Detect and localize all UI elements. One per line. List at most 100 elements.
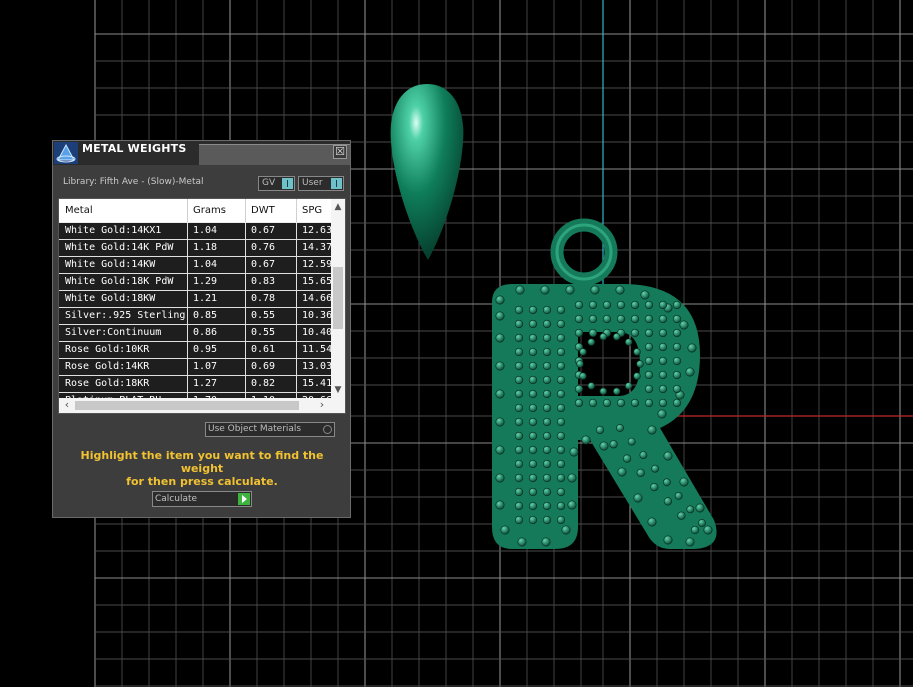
pave-bead — [556, 431, 566, 441]
pave-bead — [542, 319, 552, 329]
r-pendant-model[interactable] — [492, 218, 717, 549]
pave-bead — [627, 437, 636, 446]
cell-spg: 10.40 — [302, 327, 331, 338]
cell-dwt: 0.82 — [251, 378, 276, 389]
pave-bead — [514, 333, 524, 343]
scroll-up-icon[interactable]: ▲ — [333, 202, 343, 212]
scroll-left-icon[interactable]: ‹ — [62, 399, 72, 410]
cell-dwt: 0.76 — [251, 242, 276, 253]
pave-bead — [658, 384, 668, 394]
pave-bead — [644, 300, 654, 310]
table-row[interactable]: Rose Gold:18KR 1.27 0.82 15.41 — [59, 376, 331, 393]
pave-bead — [528, 473, 538, 483]
table-row[interactable]: Silver:Continuum 0.86 0.55 10.40 — [59, 325, 331, 342]
metal-weights-table: Metal Grams DWT SPG White Gold:14KX1 1.04… — [58, 198, 346, 414]
panel-title: METAL WEIGHTS — [82, 142, 187, 155]
pave-bead — [495, 295, 505, 305]
pave-bead — [528, 515, 538, 525]
cell-metal: Rose Gold:10KR — [65, 344, 150, 355]
scroll-down-icon[interactable]: ▼ — [333, 385, 343, 395]
column-divider — [296, 199, 297, 222]
pave-bead — [588, 300, 598, 310]
cell-grams: 1.07 — [193, 361, 218, 372]
pave-bead — [528, 347, 538, 357]
toggle-switch-icon — [282, 178, 293, 189]
cell-divider — [187, 376, 188, 392]
cell-grams: 0.86 — [193, 327, 218, 338]
table-row[interactable]: White Gold:18K PdW 1.29 0.83 15.65 — [59, 274, 331, 291]
table-row[interactable]: White Gold:14KW 1.04 0.67 12.59 — [59, 257, 331, 274]
pave-bead — [574, 300, 584, 310]
cell-metal: White Gold:14K PdW — [65, 242, 174, 253]
user-toggle-button[interactable]: User — [298, 176, 344, 191]
pave-bead — [528, 431, 538, 441]
pave-bead — [528, 333, 538, 343]
calculate-button[interactable]: Calculate — [152, 491, 252, 507]
cell-divider — [296, 291, 297, 307]
cell-divider — [187, 240, 188, 256]
library-label: Library: Fifth Ave - (Slow)-Metal — [63, 177, 204, 187]
pave-bead — [542, 501, 552, 511]
table-row[interactable]: Rose Gold:14KR 1.07 0.69 13.03 — [59, 359, 331, 376]
cell-divider — [187, 291, 188, 307]
pave-bead — [588, 398, 598, 408]
pave-bead — [556, 445, 566, 455]
column-divider — [245, 199, 246, 222]
vertical-scrollbar[interactable]: ▲ ▼ — [331, 199, 345, 398]
pave-bead — [561, 525, 571, 535]
cell-spg: 10.36 — [302, 310, 331, 321]
gv-toggle-button[interactable]: GV — [258, 176, 295, 191]
cell-metal: Silver:.925 Sterling — [65, 310, 185, 321]
pave-bead — [658, 328, 668, 338]
table-row[interactable]: Silver:.925 Sterling 0.85 0.55 10.36 — [59, 308, 331, 325]
teardrop-model[interactable] — [390, 84, 464, 260]
pave-bead — [624, 382, 633, 390]
pave-bead — [633, 348, 641, 356]
scroll-right-icon[interactable]: › — [317, 399, 327, 410]
pave-bead — [495, 473, 505, 483]
pave-bead — [663, 478, 671, 487]
pave-bead — [640, 290, 650, 300]
cell-spg: 15.41 — [302, 378, 331, 389]
horizontal-scrollbar[interactable]: ‹ › — [59, 398, 345, 413]
pave-bead — [528, 375, 538, 385]
pave-bead — [658, 342, 668, 352]
vertical-scroll-thumb[interactable] — [333, 267, 343, 329]
column-header-grams[interactable]: Grams — [193, 205, 226, 216]
pave-bead — [514, 515, 524, 525]
pave-bead — [687, 343, 697, 353]
metal-weights-panel: METAL WEIGHTS ☒ Library: Fifth Ave - (Sl… — [52, 140, 351, 518]
cell-dwt: 0.55 — [251, 310, 276, 321]
pave-bead — [528, 501, 538, 511]
pave-bead — [517, 537, 527, 547]
radio-icon — [323, 425, 332, 434]
pave-bead — [695, 503, 705, 513]
pave-bead — [685, 367, 695, 377]
panel-titlebar[interactable]: METAL WEIGHTS ☒ — [53, 141, 350, 165]
pave-bead — [644, 398, 654, 408]
column-header-dwt[interactable]: DWT — [251, 205, 275, 216]
pave-bead — [556, 459, 566, 469]
table-row[interactable]: Rose Gold:10KR 0.95 0.61 11.54 — [59, 342, 331, 359]
pave-bead — [542, 305, 552, 315]
pave-bead — [556, 487, 566, 497]
pave-bead — [663, 497, 673, 506]
horizontal-scroll-thumb[interactable] — [75, 401, 299, 410]
pave-bead — [542, 375, 552, 385]
pave-bead — [624, 338, 633, 346]
toggle-switch-icon — [331, 178, 342, 189]
table-row[interactable]: White Gold:14K PdW 1.18 0.76 14.37 — [59, 240, 331, 257]
column-header-metal[interactable]: Metal — [65, 205, 93, 216]
cell-divider — [187, 325, 188, 341]
table-row[interactable]: White Gold:18KW 1.21 0.78 14.66 — [59, 291, 331, 308]
cell-divider — [296, 257, 297, 273]
pave-bead — [636, 468, 645, 478]
cell-divider — [296, 274, 297, 290]
column-header-spg[interactable]: SPG — [302, 205, 322, 216]
cell-divider — [296, 359, 297, 375]
pave-bead — [556, 347, 566, 357]
table-row[interactable]: White Gold:14KX1 1.04 0.67 12.63 — [59, 223, 331, 240]
use-object-materials-toggle[interactable]: Use Object Materials — [205, 422, 335, 437]
cell-grams: 0.95 — [193, 344, 218, 355]
close-icon[interactable]: ☒ — [333, 145, 347, 159]
